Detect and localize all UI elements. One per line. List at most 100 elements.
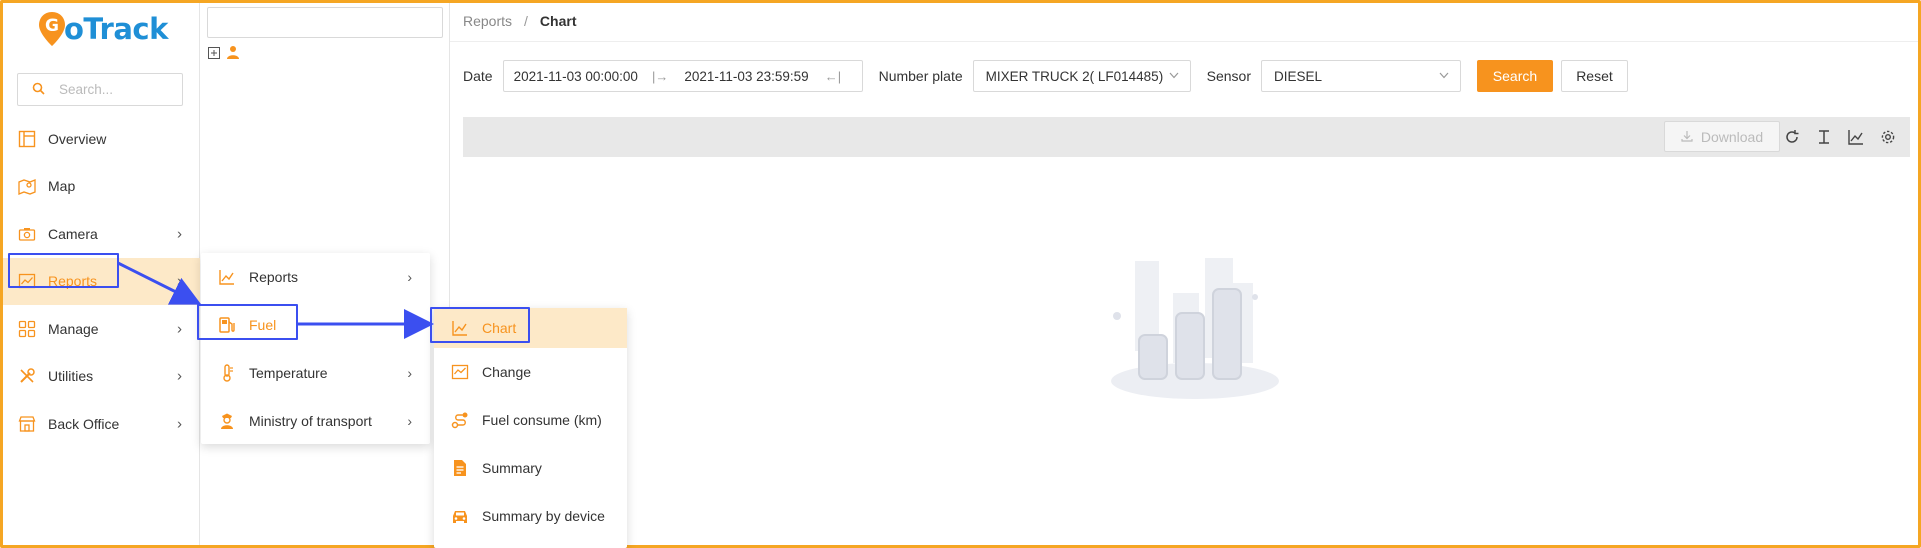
empty-state-illustration xyxy=(1105,253,1285,406)
text-cursor-icon[interactable] xyxy=(1814,127,1834,147)
date-label: Date xyxy=(463,68,493,84)
sidebar-search-input[interactable]: Search... xyxy=(17,73,183,106)
search-icon xyxy=(32,82,45,98)
chevron-down-icon xyxy=(1438,69,1450,84)
search-button[interactable]: Search xyxy=(1476,60,1553,92)
submenu-item-reports[interactable]: Reports › xyxy=(201,253,430,301)
submenu-item-label: Fuel xyxy=(249,317,277,333)
fuel-submenu-item-label: Summary xyxy=(482,460,542,476)
fuel-submenu-item-label: Fuel consume (km) xyxy=(482,412,602,428)
line-chart-icon[interactable] xyxy=(1846,127,1866,147)
logo-text: oTrack xyxy=(64,12,168,46)
chart-box-icon xyxy=(450,362,470,382)
fuel-submenu-item-label: Change xyxy=(482,364,532,380)
route-icon xyxy=(450,410,470,430)
date-end[interactable]: 2021-11-03 23:59:59 xyxy=(684,69,808,84)
chevron-right-icon: › xyxy=(177,320,182,338)
submenu-item-temperature[interactable]: Temperature › xyxy=(201,349,430,397)
user-tree-icon[interactable] xyxy=(226,45,240,62)
line-chart-icon xyxy=(450,318,470,338)
refresh-icon[interactable] xyxy=(1782,127,1802,147)
plate-label: Number plate xyxy=(878,68,963,84)
fuel-submenu-item-summary[interactable]: Summary xyxy=(434,444,627,492)
chevron-right-icon: › xyxy=(407,365,412,381)
sensor-label: Sensor xyxy=(1206,68,1251,84)
sidebar-item-overview[interactable]: Overview xyxy=(3,115,200,163)
location-pin-icon: G xyxy=(38,11,66,47)
date-range-picker[interactable]: 2021-11-03 00:00:00 |→ 2021-11-03 23:59:… xyxy=(502,60,863,92)
range-end-arrow-icon: ←| xyxy=(824,68,842,84)
download-label: Download xyxy=(1700,128,1764,145)
sidebar-menu: Overview Map Camera › Reports › Manage ›… xyxy=(3,115,200,448)
chart-tools xyxy=(1782,127,1898,147)
line-chart-icon xyxy=(217,267,237,287)
sidebar-item-manage[interactable]: Manage › xyxy=(3,305,200,353)
tree-toolbar xyxy=(208,45,240,62)
car-icon xyxy=(450,506,470,526)
fuel-submenu-item-fuel-consume[interactable]: Fuel consume (km) xyxy=(434,396,627,444)
store-icon xyxy=(17,414,37,434)
breadcrumb: Reports / Chart xyxy=(463,13,576,29)
fuel-submenu-item-label: Chart xyxy=(482,320,517,336)
expand-all-icon[interactable] xyxy=(208,46,220,62)
breadcrumb-current: Chart xyxy=(539,13,577,29)
tree-search-input[interactable] xyxy=(207,7,443,38)
sidebar: G oTrack Search... Overview Map Camera ›… xyxy=(3,3,200,545)
sidebar-item-map[interactable]: Map xyxy=(3,163,200,211)
submenu-item-ministry-of-transport[interactable]: Ministry of transport › xyxy=(201,397,430,445)
chart-toolbar: Download xyxy=(463,117,1910,157)
range-start-arrow-icon: |→ xyxy=(651,68,669,84)
chevron-down-icon xyxy=(1168,69,1180,84)
fuel-submenu-item-summary-by-device[interactable]: Summary by device xyxy=(434,492,627,540)
sidebar-item-label: Utilities xyxy=(48,368,94,385)
sidebar-search-placeholder: Search... xyxy=(59,82,114,97)
fuel-submenu: Chart Change Fuel consume (km) Summary S… xyxy=(434,308,627,548)
sidebar-item-back-office[interactable]: Back Office › xyxy=(3,400,200,448)
filter-bar: Date 2021-11-03 00:00:00 |→ 2021-11-03 2… xyxy=(463,60,1628,92)
gotrack-logo[interactable]: G oTrack xyxy=(38,11,168,47)
submenu-item-label: Temperature xyxy=(249,365,328,381)
settings-gear-icon[interactable] xyxy=(1878,127,1898,147)
date-start[interactable]: 2021-11-03 00:00:00 xyxy=(514,69,638,84)
chevron-right-icon: › xyxy=(177,272,182,290)
fuel-submenu-item-change[interactable]: Change xyxy=(434,348,627,396)
chevron-right-icon: › xyxy=(177,415,182,433)
header-divider xyxy=(450,41,1918,42)
chevron-right-icon: › xyxy=(177,225,182,243)
sensor-value: DIESEL xyxy=(1273,68,1323,84)
number-plate-select[interactable]: MIXER TRUCK 2( LF014485) xyxy=(972,60,1191,92)
breadcrumb-parent[interactable]: Reports xyxy=(463,13,512,29)
sensor-select[interactable]: DIESEL xyxy=(1260,60,1461,92)
chevron-right-icon: › xyxy=(177,367,182,385)
sidebar-item-utilities[interactable]: Utilities › xyxy=(3,353,200,401)
number-plate-value: MIXER TRUCK 2( LF014485) xyxy=(985,68,1164,84)
download-icon xyxy=(1681,129,1693,145)
submenu-item-label: Ministry of transport xyxy=(249,413,372,429)
logo-letter: G xyxy=(45,16,59,36)
fuel-pump-icon xyxy=(217,315,237,335)
sidebar-item-label: Manage xyxy=(48,320,99,337)
submenu-item-label: Reports xyxy=(249,269,299,285)
chevron-right-icon: › xyxy=(407,269,412,285)
tools-icon xyxy=(17,366,37,386)
main-content: Reports / Chart Date 2021-11-03 00:00:00 |… xyxy=(450,3,1918,545)
sidebar-item-camera[interactable]: Camera › xyxy=(3,210,200,258)
document-icon xyxy=(450,458,470,478)
sidebar-item-label: Overview xyxy=(48,130,107,147)
sidebar-item-label: Reports xyxy=(48,273,98,290)
sidebar-item-label: Back Office xyxy=(48,415,120,432)
sidebar-item-reports[interactable]: Reports › xyxy=(3,257,200,305)
sidebar-item-label: Camera xyxy=(48,225,98,242)
camera-icon xyxy=(17,224,37,244)
breadcrumb-separator: / xyxy=(524,13,528,29)
chevron-right-icon: › xyxy=(407,413,412,429)
grid-icon xyxy=(17,319,37,339)
submenu-item-fuel[interactable]: Fuel xyxy=(201,301,430,349)
reset-button[interactable]: Reset xyxy=(1560,60,1628,92)
officer-icon xyxy=(217,411,237,431)
download-button[interactable]: Download xyxy=(1664,121,1780,152)
map-icon xyxy=(17,176,37,196)
fuel-submenu-item-chart[interactable]: Chart xyxy=(434,308,627,348)
fuel-submenu-item-label: Summary by device xyxy=(482,508,605,524)
thermometer-icon xyxy=(217,363,237,383)
